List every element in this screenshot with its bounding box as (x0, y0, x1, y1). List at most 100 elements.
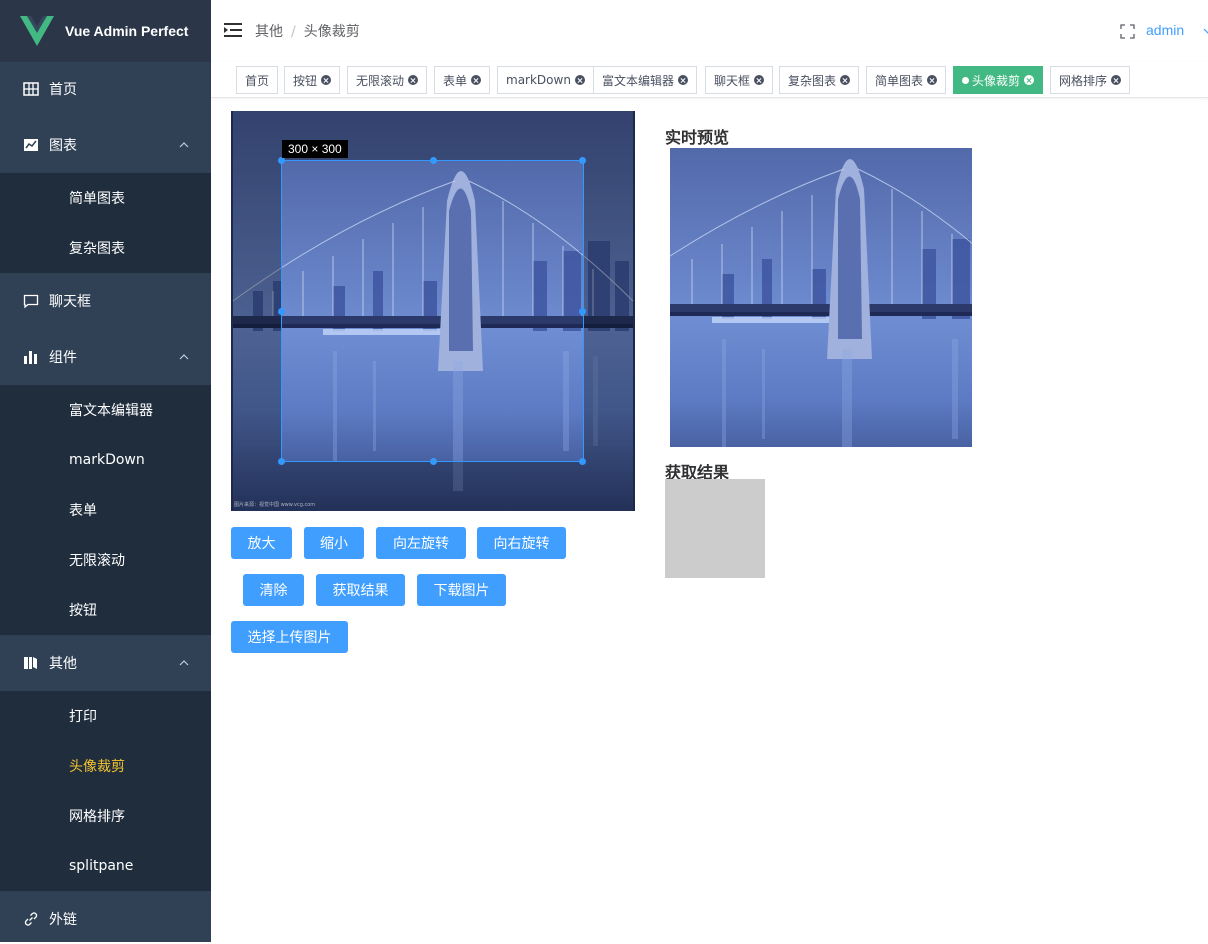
tag-simple-chart[interactable]: 简单图表 (866, 66, 947, 94)
resize-handle[interactable] (579, 308, 586, 315)
close-icon[interactable] (1024, 75, 1035, 85)
sidebar-item-button[interactable]: 按钮 (0, 585, 211, 635)
result-image-placeholder (665, 479, 765, 578)
close-icon[interactable] (754, 75, 765, 85)
sidebar-item-label: 图表 (49, 138, 77, 154)
bar-chart-icon (22, 348, 40, 366)
sidebar-item-markdown[interactable]: markDown (0, 435, 211, 485)
zoom-in-button[interactable]: 放大 (231, 527, 292, 559)
tag-avatar-crop[interactable]: 头像裁剪 (953, 66, 1044, 94)
sidebar-item-rich-editor[interactable]: 富文本编辑器 (0, 385, 211, 435)
active-dot-icon (962, 76, 969, 84)
close-icon[interactable] (840, 75, 851, 85)
upload-image-button[interactable]: 选择上传图片 (231, 621, 348, 653)
resize-handle[interactable] (278, 458, 285, 465)
resize-handle[interactable] (278, 308, 285, 315)
sidebar-item-home[interactable]: 首页 (0, 64, 211, 114)
tag-infinite-scroll[interactable]: 无限滚动 (347, 66, 428, 94)
sidebar-item-label: splitpane (69, 858, 134, 874)
close-icon[interactable] (574, 75, 585, 85)
sidebar-item-avatar-crop[interactable]: 头像裁剪 (0, 741, 211, 791)
tag-label: 网格排序 (1059, 73, 1108, 88)
sidebar-item-label: 按钮 (69, 603, 97, 619)
rotate-right-button[interactable]: 向右旋转 (477, 527, 566, 559)
tag-label: 聊天框 (714, 73, 751, 88)
crop-view-image (282, 161, 583, 461)
clear-button[interactable]: 清除 (243, 574, 304, 606)
image-cropper[interactable]: 300 × 300 图片来源：视觉中国 www.vcg.com (231, 111, 635, 511)
fullscreen-icon[interactable] (1120, 24, 1135, 39)
sidebar-item-form[interactable]: 表单 (0, 485, 211, 535)
sidebar-item-label: 表单 (69, 503, 97, 519)
sidebar-item-simple-chart[interactable]: 简单图表 (0, 173, 211, 223)
crop-size-label: 300 × 300 (282, 140, 348, 158)
sidebar-item-splitpane[interactable]: splitpane (0, 841, 211, 891)
tag-button[interactable]: 按钮 (284, 66, 341, 94)
close-icon[interactable] (927, 75, 938, 85)
resize-handle[interactable] (579, 157, 586, 164)
tag-complex-chart[interactable]: 复杂图表 (779, 66, 860, 94)
tag-chat[interactable]: 聊天框 (705, 66, 774, 94)
logo[interactable]: Vue Admin Perfect (0, 0, 211, 62)
get-result-button[interactable]: 获取结果 (316, 574, 405, 606)
tag-grid-sort[interactable]: 网格排序 (1050, 66, 1131, 94)
sidebar-item-chat[interactable]: 聊天框 (0, 276, 211, 326)
tag-label: markDown (506, 73, 571, 87)
resize-handle[interactable] (579, 458, 586, 465)
link-icon (22, 910, 40, 928)
close-icon[interactable] (408, 75, 419, 85)
tag-form[interactable]: 表单 (434, 66, 491, 94)
resize-handle[interactable] (278, 157, 285, 164)
tag-rich-editor[interactable]: 富文本编辑器 (593, 66, 698, 94)
live-preview (670, 148, 972, 447)
sidebar-item-label: 聊天框 (49, 294, 91, 310)
sidebar-item-other[interactable]: 其他 (0, 638, 211, 688)
chevron-up-icon (179, 142, 189, 148)
tag-label: 表单 (443, 73, 468, 88)
download-image-button[interactable]: 下载图片 (417, 574, 506, 606)
app-title: Vue Admin Perfect (65, 23, 189, 39)
preview-title: 实时预览 (665, 128, 730, 147)
tag-markdown[interactable]: markDown (497, 66, 594, 94)
book-icon (22, 654, 40, 672)
resize-handle[interactable] (430, 157, 437, 164)
sidebar-item-print[interactable]: 打印 (0, 691, 211, 741)
tag-label: 富文本编辑器 (602, 73, 675, 88)
sidebar-item-complex-chart[interactable]: 复杂图表 (0, 223, 211, 273)
close-icon[interactable] (678, 75, 689, 85)
sidebar-item-label: 组件 (49, 350, 77, 366)
tags-view: 首页 按钮 无限滚动 表单 markDown 富文本编辑器 聊天框 复杂图表 简… (211, 62, 1208, 98)
sidebar-item-grid-sort[interactable]: 网格排序 (0, 791, 211, 841)
chevron-up-icon (179, 354, 189, 360)
sidebar-item-label: 网格排序 (69, 809, 125, 825)
sidebar-item-label: 富文本编辑器 (69, 403, 153, 419)
sidebar-item-external-link[interactable]: 外链 (0, 894, 211, 944)
sidebar: Vue Admin Perfect 首页 图表 简单图表 复杂图表 聊天框 组件… (0, 0, 211, 942)
resize-handle[interactable] (430, 458, 437, 465)
sidebar-item-components[interactable]: 组件 (0, 332, 211, 382)
tag-label: 复杂图表 (788, 73, 837, 88)
chevron-up-icon (179, 660, 189, 666)
tag-label: 首页 (245, 73, 270, 88)
sidebar-item-label: 头像裁剪 (69, 759, 125, 775)
sidebar-item-charts[interactable]: 图表 (0, 120, 211, 170)
menu-fold-icon[interactable] (224, 22, 242, 38)
sidebar-item-label: markDown (69, 452, 145, 468)
crop-box[interactable] (278, 157, 586, 465)
close-icon[interactable] (1111, 75, 1122, 85)
close-icon[interactable] (321, 75, 332, 85)
zoom-out-button[interactable]: 缩小 (304, 527, 364, 559)
tag-home[interactable]: 首页 (236, 66, 279, 94)
tag-label: 简单图表 (875, 73, 924, 88)
sidebar-item-infinite-scroll[interactable]: 无限滚动 (0, 535, 211, 585)
user-dropdown[interactable]: admin (1146, 22, 1184, 38)
breadcrumb-item[interactable]: 其他 (255, 24, 283, 40)
sidebar-item-label: 外链 (49, 912, 77, 928)
close-icon[interactable] (471, 75, 482, 85)
grid-icon (22, 80, 40, 98)
breadcrumb-item: 头像裁剪 (303, 24, 360, 40)
rotate-left-button[interactable]: 向左旋转 (376, 527, 466, 559)
chevron-down-icon[interactable] (1203, 27, 1208, 35)
breadcrumb: 其他 / 头像裁剪 (255, 21, 360, 41)
sidebar-item-label: 复杂图表 (69, 241, 125, 257)
